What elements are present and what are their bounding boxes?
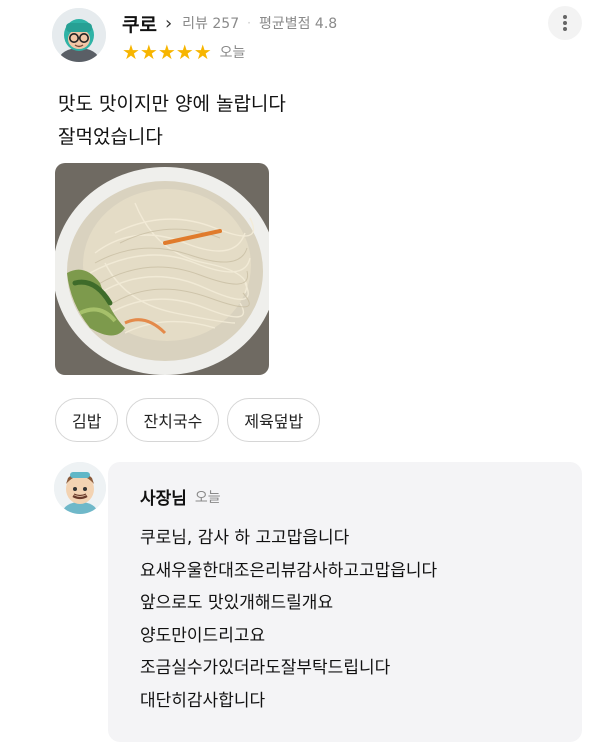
owner-header: 사장님 오늘: [140, 484, 221, 509]
more-vertical-icon: [563, 15, 567, 31]
menu-tags: 김밥 잔치국수 제육덮밥: [55, 398, 321, 442]
review-photo[interactable]: [55, 163, 269, 375]
review-text-line: 잘먹었습니다: [58, 126, 163, 148]
owner-reply-body: 쿠로님, 감사 하 고고맙읍니다 요새우울한대조은리뷰감사하고고맙읍니다 앞으로…: [140, 522, 437, 717]
owner-name: 사장님: [140, 489, 187, 509]
more-options-button[interactable]: [548, 6, 582, 40]
reviewer-nickname[interactable]: 쿠로: [122, 10, 157, 37]
review-body: 맛도 맛이지만 양에 놀랍니다 잘먹었습니다: [58, 88, 286, 154]
owner-avatar-illustration: [54, 462, 106, 514]
reply-date: 오늘: [194, 489, 221, 506]
average-rating: 평균별점 4.8: [258, 16, 338, 32]
reviewer-avatar[interactable]: [52, 8, 106, 62]
reply-text-line: 대단히감사합니다: [140, 690, 266, 711]
chevron-right-icon[interactable]: ›: [165, 13, 172, 34]
review-text-line: 맛도 맛이지만 양에 놀랍니다: [58, 93, 286, 115]
reply-text-line: 조금실수가있더라도잘부탁드립니다: [140, 658, 391, 678]
reply-text-line: 쿠로님, 감사 하 고고맙읍니다: [140, 528, 350, 548]
owner-avatar: [54, 462, 106, 514]
separator-dot: ·: [247, 16, 251, 30]
menu-tag[interactable]: 잔치국수: [126, 398, 220, 442]
reviewer-header: 쿠로 › 리뷰 257 · 평균별점 4.8: [122, 10, 337, 36]
reply-text-line: 요새우울한대조은리뷰감사하고고맙읍니다: [140, 560, 438, 581]
rating-row: ★★★★★ 오늘: [122, 42, 245, 62]
reviewer-avatar-illustration: [52, 8, 106, 62]
menu-tag[interactable]: 김밥: [55, 398, 119, 442]
menu-tag[interactable]: 제육덮밥: [227, 398, 321, 442]
reply-text-line: 앞으로도 맛있개해드릴개요: [140, 593, 334, 613]
reply-text-line: 양도만이드리고요: [140, 625, 266, 646]
review-date: 오늘: [219, 45, 246, 61]
noodle-photo: [55, 163, 269, 375]
review-count: 리뷰 257: [182, 16, 240, 32]
star-rating: ★★★★★: [122, 40, 212, 64]
